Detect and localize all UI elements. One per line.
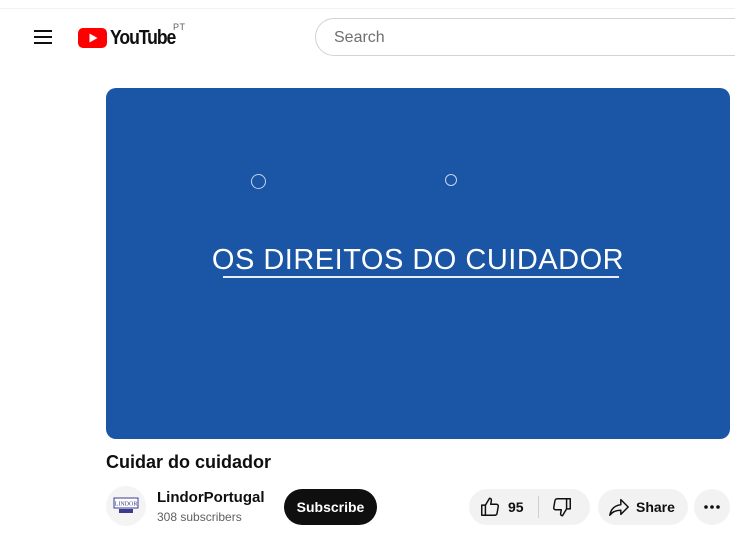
search-input[interactable] xyxy=(332,27,735,49)
like-count: 95 xyxy=(508,499,524,515)
thumbs-up-icon xyxy=(481,497,499,516)
video-title: Cuidar do cuidador xyxy=(106,452,272,472)
logo-wordmark: YouTube xyxy=(110,26,176,49)
dislike-button[interactable] xyxy=(539,489,590,525)
like-button[interactable]: 95 xyxy=(469,489,539,525)
youtube-logo[interactable]: YouTube PT xyxy=(78,22,186,52)
subscribe-button[interactable]: Subscribe xyxy=(284,489,377,525)
share-button[interactable]: Share xyxy=(598,489,688,525)
channel-avatar[interactable]: LINDOR xyxy=(106,486,146,526)
hamburger-menu-icon xyxy=(34,30,52,44)
video-overlay-text: OS DIREITOS DO CUIDADOR xyxy=(211,244,625,276)
video-overlay-underline xyxy=(223,276,619,278)
subscriber-count: 308 subscribers xyxy=(157,510,242,524)
channel-name[interactable]: LindorPortugal xyxy=(157,489,265,506)
country-code: PT xyxy=(173,22,186,32)
video-decor-circle xyxy=(251,174,266,189)
thumbs-down-icon xyxy=(553,498,571,517)
share-label: Share xyxy=(636,499,675,515)
youtube-watch-page: YouTube PT OS DIREITOS DO CUIDADOR Cuida… xyxy=(0,0,735,534)
search-bar[interactable] xyxy=(315,18,735,56)
channel-logo-icon: LINDOR xyxy=(113,497,139,513)
menu-button[interactable] xyxy=(30,24,56,50)
like-dislike-group: 95 xyxy=(469,489,590,525)
video-decor-circle xyxy=(445,174,457,186)
youtube-play-icon xyxy=(78,28,107,48)
share-arrow-icon xyxy=(609,498,629,516)
svg-text:LINDOR: LINDOR xyxy=(115,502,138,508)
more-horizontal-icon xyxy=(704,505,720,509)
top-border xyxy=(0,8,735,9)
video-player[interactable]: OS DIREITOS DO CUIDADOR xyxy=(106,88,730,439)
more-actions-button[interactable] xyxy=(694,489,730,525)
